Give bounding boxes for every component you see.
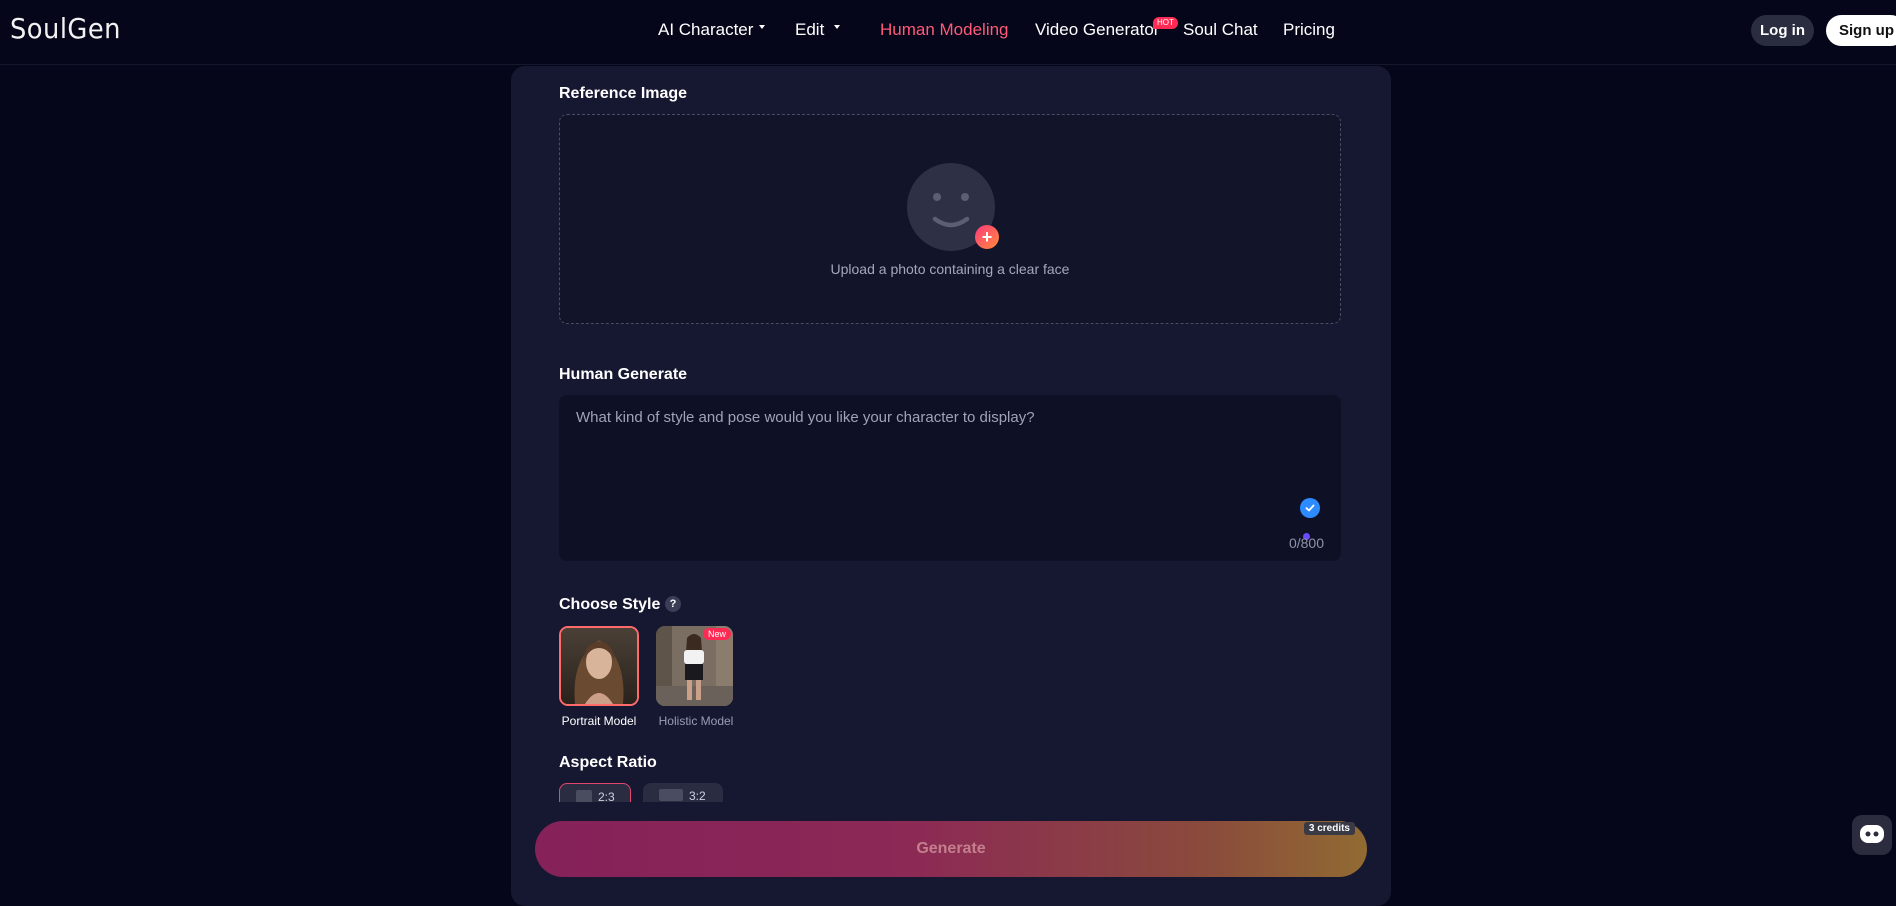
aspect-ratio-label: 3:2 [689,789,706,803]
holistic-model-thumbnail: New [656,626,733,706]
landscape-ratio-icon [659,789,683,801]
char-counter: 0/800 [1288,535,1324,551]
style-label-holistic: Holistic Model [658,714,734,728]
login-button[interactable]: Log in [1751,15,1814,46]
style-option-portrait[interactable]: Portrait Model [559,626,639,728]
generate-area-backdrop [511,802,1391,822]
nav-video-generator[interactable]: Video Generator [1035,20,1159,40]
caret-down-icon [759,24,766,29]
aspect-ratio-title: Aspect Ratio [559,754,657,771]
credits-badge: 3 credits [1303,822,1355,835]
choose-style-title: Choose Style [559,596,661,613]
generator-panel: Reference Image + Upload a photo contain… [511,66,1391,906]
reference-image-title: Reference Image [559,85,688,102]
portrait-model-thumbnail [559,626,639,706]
nav-human-modeling[interactable]: Human Modeling [880,20,1009,40]
prompt-textarea[interactable]: What kind of style and pose would you li… [559,395,1341,561]
style-label-portrait: Portrait Model [561,714,637,728]
prompt-placeholder: What kind of style and pose would you li… [576,409,1035,426]
chat-bot-icon[interactable] [1852,815,1892,855]
generate-label: Generate [916,840,986,857]
nav-edit[interactable]: Edit [795,20,841,40]
nav-ai-character-label: AI Character [658,20,754,39]
nav-pricing[interactable]: Pricing [1283,20,1335,40]
new-badge: New [702,628,731,640]
nav-ai-character[interactable]: AI Character [658,20,766,40]
style-option-holistic[interactable]: New Holistic Model [656,626,736,728]
smiley-face-icon: + [907,163,999,251]
signup-button[interactable]: Sign up [1826,15,1896,46]
logo[interactable]: SoulGen [10,12,121,45]
reference-upload-area[interactable]: + Upload a photo containing a clear face [559,114,1341,324]
add-photo-icon[interactable]: + [975,225,999,249]
hot-badge: HOT [1153,17,1178,29]
nav-soul-chat[interactable]: Soul Chat [1183,20,1258,40]
generate-button[interactable]: Generate 3 credits [535,821,1367,877]
top-nav-bar: SoulGen AI Character Edit Human Modeling… [0,0,1896,65]
nav-edit-label: Edit [795,20,825,39]
check-icon[interactable] [1300,498,1320,518]
upload-hint: Upload a photo containing a clear face [830,261,1070,277]
human-generate-title: Human Generate [559,366,688,383]
caret-down-icon [834,24,841,29]
help-icon[interactable]: ? [665,596,681,612]
